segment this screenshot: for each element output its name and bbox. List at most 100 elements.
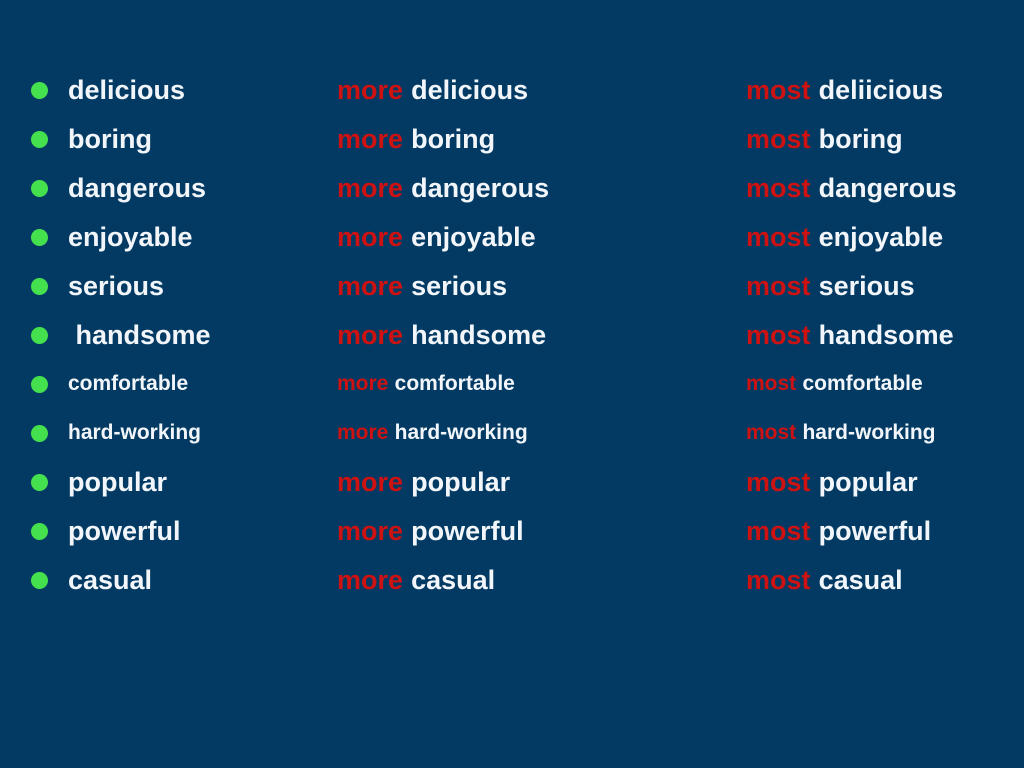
superlative-adjective-text: serious [818, 271, 915, 302]
comparative-form: more powerful [337, 507, 524, 556]
base-adjective-text: enjoyable [68, 222, 193, 253]
comparative-form: more boring [337, 115, 495, 164]
comparative-prefix: more [337, 516, 404, 547]
superlative-prefix: most [746, 421, 797, 445]
comparative-prefix: more [337, 124, 404, 155]
superlative-prefix: most [746, 173, 811, 204]
comparative-form: more serious [337, 262, 507, 311]
bullet-cell [31, 507, 53, 556]
adjective-row: casual more casual most casual [0, 556, 1024, 605]
superlative-form: most serious [746, 262, 915, 311]
adjective-row: boring more boring most boring [0, 115, 1024, 164]
comparative-form: more enjoyable [337, 213, 536, 262]
bullet-cell [31, 213, 53, 262]
adjective-row: powerful more powerful most powerful [0, 507, 1024, 556]
superlative-adjective-text: enjoyable [818, 222, 944, 253]
green-bullet-icon [31, 180, 48, 197]
superlative-prefix: most [746, 271, 811, 302]
green-bullet-icon [31, 131, 48, 148]
superlative-prefix: most [746, 222, 811, 253]
comparative-form: more delicious [337, 66, 528, 115]
comparative-prefix: more [337, 467, 404, 498]
green-bullet-icon [31, 229, 48, 246]
base-adjective: powerful [68, 507, 181, 556]
adjective-row: comfortable more comfortable most comfortabl… [0, 360, 1024, 409]
adjective-row: delicious more delicious most deliicious [0, 66, 1024, 115]
green-bullet-icon [31, 572, 48, 589]
adjective-row: dangerous more dangerous most dangerous [0, 164, 1024, 213]
bullet-cell [31, 115, 53, 164]
green-bullet-icon [31, 327, 48, 344]
superlative-adjective-text: hard-working [802, 421, 936, 445]
superlative-adjective-text: boring [818, 124, 903, 155]
superlative-form: most powerful [746, 507, 931, 556]
base-adjective: comfortable [68, 360, 188, 409]
base-adjective: serious [68, 262, 164, 311]
base-adjective-text: dangerous [68, 173, 207, 204]
comparative-form: more handsome [337, 311, 546, 360]
green-bullet-icon [31, 523, 48, 540]
adjective-row: popular more popular most popular [0, 458, 1024, 507]
green-bullet-icon [31, 278, 48, 295]
base-adjective: hard-working [68, 409, 201, 458]
superlative-form: most dangerous [746, 164, 957, 213]
comparative-prefix: more [337, 75, 404, 106]
comparative-form: more casual [337, 556, 495, 605]
superlative-adjective-text: dangerous [818, 173, 957, 204]
superlative-adjective-text: popular [818, 467, 918, 498]
base-adjective-text: serious [68, 271, 165, 302]
base-adjective: popular [68, 458, 167, 507]
slide-canvas: delicious more delicious most deliicious bori… [0, 0, 1024, 768]
superlative-prefix: most [746, 565, 811, 596]
base-adjective-text: comfortable [68, 372, 189, 396]
base-adjective-text: handsome [68, 320, 211, 351]
green-bullet-icon [31, 474, 48, 491]
comparative-adjective-text: comfortable [394, 372, 515, 396]
base-adjective: boring [68, 115, 152, 164]
comparative-prefix: more [337, 372, 389, 396]
comparative-adjective-text: enjoyable [411, 222, 536, 253]
adjective-row: enjoyable more enjoyable most enjoyable [0, 213, 1024, 262]
comparative-prefix: more [337, 271, 404, 302]
bullet-cell [31, 66, 53, 115]
comparative-prefix: more [337, 320, 404, 351]
superlative-form: most comfortable [746, 360, 923, 409]
comparative-form: more popular [337, 458, 510, 507]
comparative-adjective-text: delicious [411, 75, 529, 106]
comparative-adjective-text: hard-working [394, 421, 528, 445]
comparative-adjective-text: handsome [411, 320, 547, 351]
superlative-adjective-text: deliicious [818, 75, 944, 106]
superlative-form: most handsome [746, 311, 954, 360]
superlative-prefix: most [746, 516, 811, 547]
green-bullet-icon [31, 376, 48, 393]
superlative-form: most deliicious [746, 66, 943, 115]
adjective-row: serious more serious most serious [0, 262, 1024, 311]
superlative-prefix: most [746, 124, 811, 155]
base-adjective: casual [68, 556, 152, 605]
superlative-form: most boring [746, 115, 903, 164]
comparative-prefix: more [337, 421, 389, 445]
superlative-form: most popular [746, 458, 918, 507]
bullet-cell [31, 262, 53, 311]
superlative-form: most casual [746, 556, 903, 605]
base-adjective: dangerous [68, 164, 206, 213]
base-adjective-text: delicious [68, 75, 186, 106]
comparative-prefix: more [337, 222, 404, 253]
comparative-form: more comfortable [337, 360, 515, 409]
bullet-cell [31, 556, 53, 605]
superlative-form: most hard-working [746, 409, 936, 458]
comparative-adjective-text: powerful [411, 516, 524, 547]
comparative-prefix: more [337, 565, 404, 596]
superlative-adjective-text: handsome [818, 320, 954, 351]
base-adjective-text: popular [68, 467, 167, 498]
bullet-cell [31, 164, 53, 213]
adjective-row: hard-working more hard-working most hard-wor… [0, 409, 1024, 458]
base-adjective-text: casual [68, 565, 153, 596]
superlative-prefix: most [746, 372, 797, 396]
bullet-cell [31, 311, 53, 360]
superlative-form: most enjoyable [746, 213, 943, 262]
superlative-adjective-text: comfortable [802, 372, 923, 396]
base-adjective: enjoyable [68, 213, 193, 262]
comparative-adjective-text: popular [411, 467, 511, 498]
bullet-cell [31, 360, 53, 409]
